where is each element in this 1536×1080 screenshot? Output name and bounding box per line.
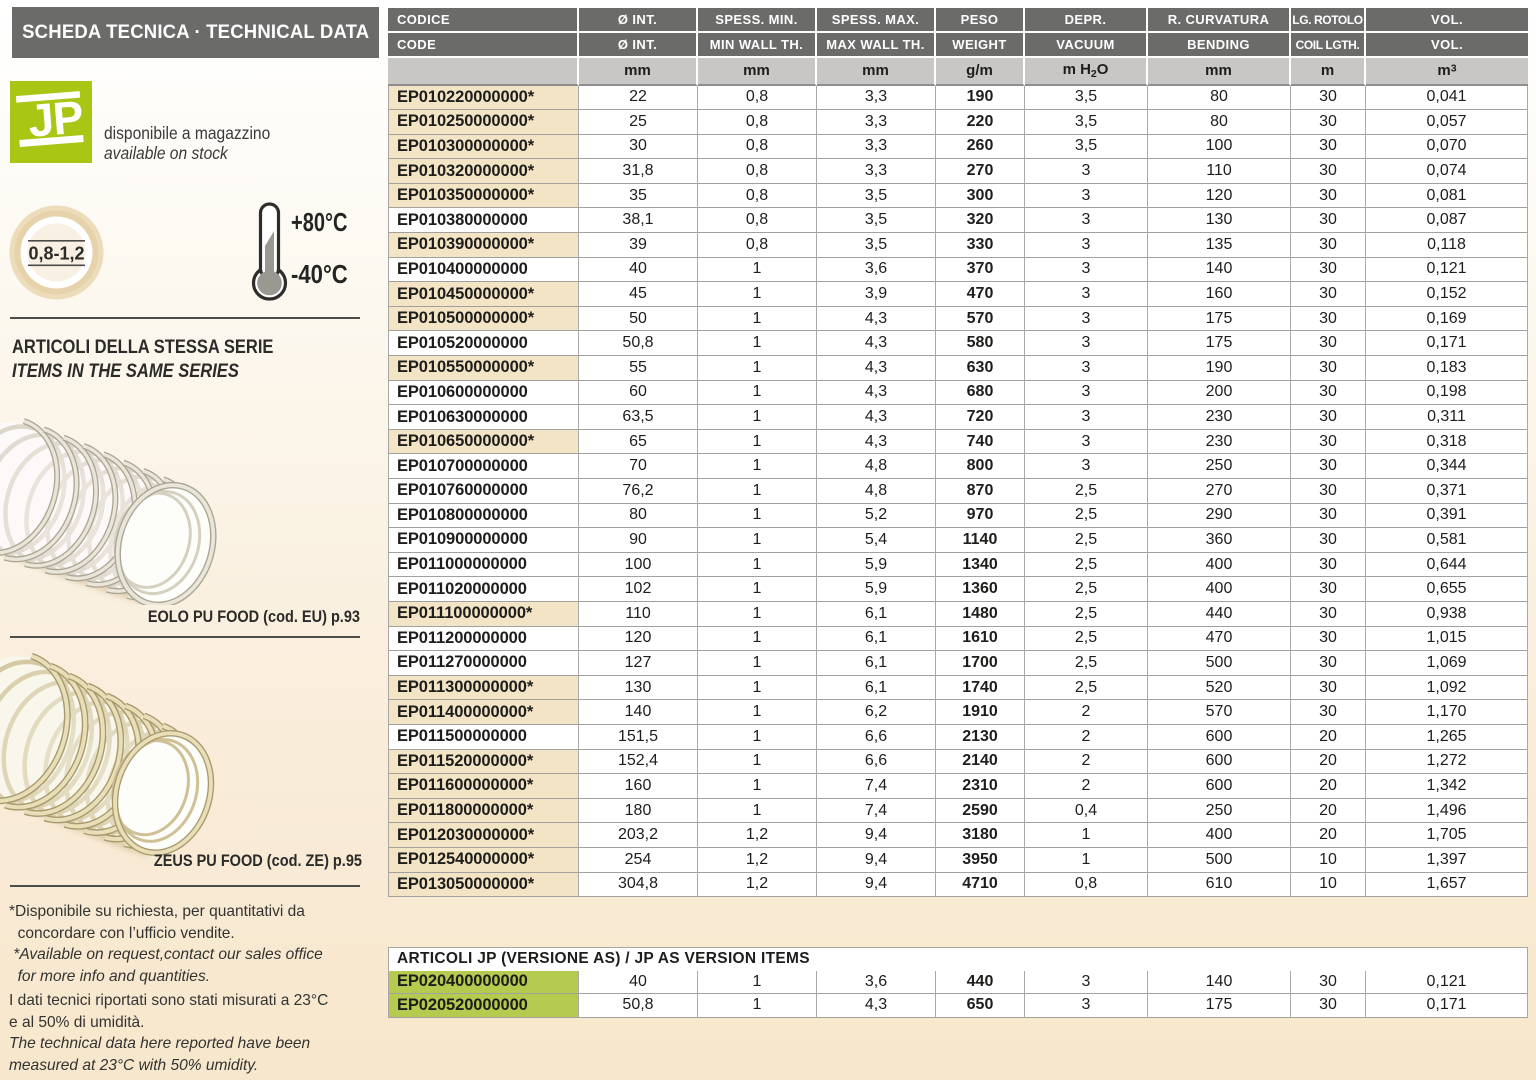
svg-text:0,8-1,2: 0,8-1,2 xyxy=(28,244,84,264)
svg-text:JP: JP xyxy=(26,91,84,147)
